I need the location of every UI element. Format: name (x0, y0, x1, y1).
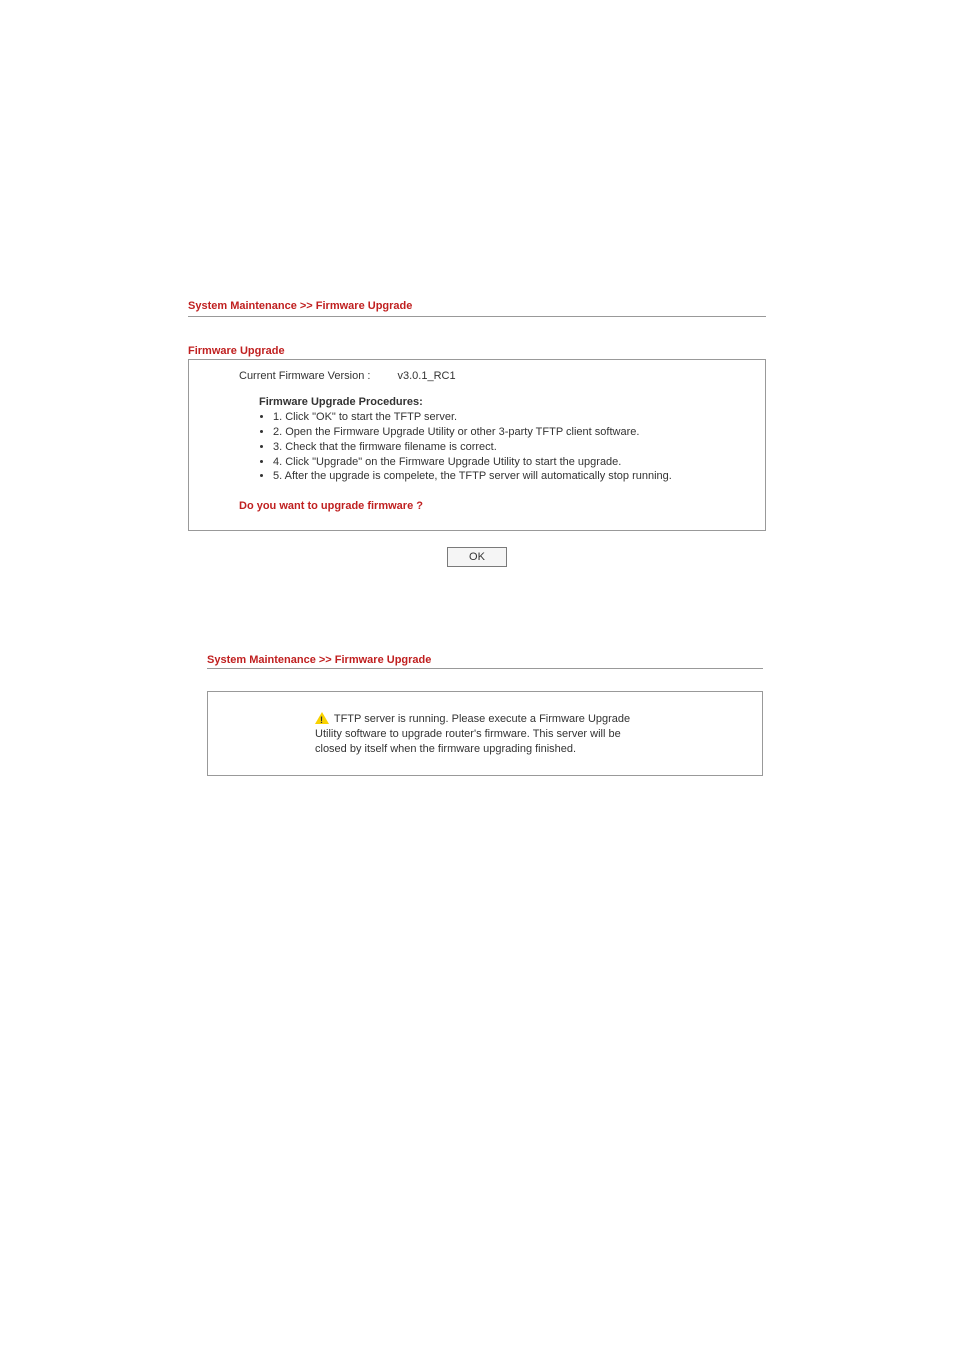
confirm-prompt: Do you want to upgrade firmware ? (239, 500, 751, 512)
procedures-block: Firmware Upgrade Procedures: 1. Click "O… (259, 396, 751, 484)
procedure-step: 2. Open the Firmware Upgrade Utility or … (273, 425, 751, 440)
ok-button[interactable]: OK (447, 547, 507, 567)
procedure-step: 5. After the upgrade is compelete, the T… (273, 469, 751, 484)
panel-firmware-upgrade: Current Firmware Version : v3.0.1_RC1 Fi… (188, 359, 766, 531)
firmware-version-row: Current Firmware Version : v3.0.1_RC1 (239, 370, 751, 382)
divider (207, 668, 763, 669)
warning-icon: ! (315, 712, 329, 726)
divider (188, 316, 766, 317)
firmware-version-value: v3.0.1_RC1 (398, 370, 456, 382)
breadcrumb: System Maintenance >> Firmware Upgrade (207, 654, 763, 666)
firmware-version-label: Current Firmware Version : (239, 370, 370, 382)
breadcrumb: System Maintenance >> Firmware Upgrade (188, 300, 766, 312)
procedures-title: Firmware Upgrade Procedures: (259, 396, 751, 408)
tftp-running-notice: ! TFTP server is running. Please execute… (315, 712, 655, 757)
firmware-upgrade-section-2: System Maintenance >> Firmware Upgrade !… (207, 654, 763, 776)
procedures-list: 1. Click "OK" to start the TFTP server. … (273, 410, 751, 484)
procedure-step: 1. Click "OK" to start the TFTP server. (273, 410, 751, 425)
notice-text: TFTP server is running. Please execute a… (315, 713, 630, 755)
button-row: OK (188, 547, 766, 567)
firmware-upgrade-section-1: System Maintenance >> Firmware Upgrade F… (188, 300, 766, 567)
notice-wrap: ! TFTP server is running. Please execute… (315, 712, 655, 757)
procedure-step: 3. Check that the firmware filename is c… (273, 440, 751, 455)
procedure-step: 4. Click "Upgrade" on the Firmware Upgra… (273, 455, 751, 470)
section-title: Firmware Upgrade (188, 345, 766, 357)
panel-tftp-running: ! TFTP server is running. Please execute… (207, 691, 763, 776)
